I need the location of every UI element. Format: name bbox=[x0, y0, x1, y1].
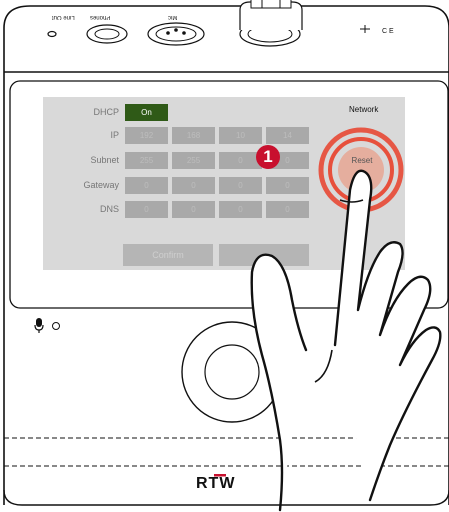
ip-octet-2[interactable]: 168 bbox=[172, 127, 215, 144]
line-out-label: Line Out bbox=[52, 14, 75, 20]
ip-octet-4[interactable]: 14 bbox=[266, 127, 309, 144]
gateway-octet-2[interactable]: 0 bbox=[172, 177, 215, 194]
mic-label: Mic bbox=[168, 14, 178, 20]
confirm-button[interactable]: Confirm bbox=[123, 244, 213, 266]
dns-octet-1[interactable]: 0 bbox=[125, 201, 168, 218]
ip-octet-1[interactable]: 192 bbox=[125, 127, 168, 144]
svg-text:C E: C E bbox=[382, 28, 394, 35]
svg-text:RTW: RTW bbox=[196, 475, 235, 490]
subnet-octet-1[interactable]: 255 bbox=[125, 152, 168, 169]
gateway-label: Gateway bbox=[83, 180, 119, 190]
dhcp-toggle[interactable]: On bbox=[125, 104, 168, 121]
dns-octet-2[interactable]: 0 bbox=[172, 201, 215, 218]
microphone-icon bbox=[34, 318, 44, 334]
dhcp-label: DHCP bbox=[93, 107, 119, 117]
subnet-octet-2[interactable]: 255 bbox=[172, 152, 215, 169]
ip-octet-3[interactable]: 10 bbox=[219, 127, 262, 144]
screen-title: Network bbox=[349, 105, 379, 114]
dns-label: DNS bbox=[99, 204, 119, 214]
phones-label: Phones bbox=[90, 14, 111, 20]
hand-pointer-icon bbox=[250, 169, 442, 512]
gateway-octet-1[interactable]: 0 bbox=[125, 177, 168, 194]
ip-label: IP bbox=[110, 130, 119, 140]
subnet-label: Subnet bbox=[90, 155, 119, 165]
